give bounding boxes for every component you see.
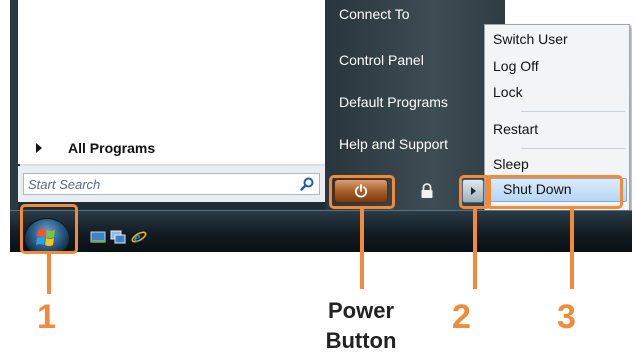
callout-line-3 xyxy=(570,209,574,289)
callout-line-2 xyxy=(473,209,477,289)
menu-divider xyxy=(521,148,625,149)
restart-item[interactable]: Restart xyxy=(493,121,538,137)
power-button-caption: Power Button xyxy=(318,296,404,356)
svg-text:e: e xyxy=(134,230,141,246)
power-button-highlight-box xyxy=(329,175,395,209)
annotation-2: 2 xyxy=(452,298,471,336)
programs-pane: All Programs xyxy=(18,0,325,164)
menu-divider xyxy=(521,111,625,112)
callout-line-1 xyxy=(47,254,51,294)
lock-icon xyxy=(421,183,433,198)
log-off-item[interactable]: Log Off xyxy=(493,58,539,74)
annotation-1: 1 xyxy=(37,298,56,336)
search-icon[interactable] xyxy=(299,176,315,192)
taskbar: e xyxy=(10,210,632,252)
search-area xyxy=(18,166,325,202)
power-caption-line2: Button xyxy=(325,328,397,353)
switch-windows-icon[interactable] xyxy=(110,230,126,244)
lock-button[interactable] xyxy=(406,179,448,203)
orb-highlight-box xyxy=(20,204,78,254)
callout-line-power xyxy=(360,209,364,289)
annotation-3: 3 xyxy=(557,298,576,336)
help-support-link[interactable]: Help and Support xyxy=(339,136,448,152)
search-box[interactable] xyxy=(23,173,320,195)
all-programs-button[interactable]: All Programs xyxy=(36,136,155,160)
shut-down-highlight-box xyxy=(485,175,623,209)
default-programs-link[interactable]: Default Programs xyxy=(339,94,448,110)
connect-to-link[interactable]: Connect To xyxy=(339,6,410,22)
switch-user-item[interactable]: Switch User xyxy=(493,31,568,47)
search-input[interactable] xyxy=(24,174,288,195)
lock-item[interactable]: Lock xyxy=(493,84,523,100)
sleep-item[interactable]: Sleep xyxy=(493,156,529,172)
start-menu-screenshot: All Programs Connect To Control Panel De… xyxy=(10,0,632,252)
arrow-right-icon xyxy=(36,143,42,153)
power-caption-line1: Power xyxy=(327,298,395,323)
all-programs-label: All Programs xyxy=(68,140,156,156)
control-panel-link[interactable]: Control Panel xyxy=(339,52,424,68)
internet-explorer-icon[interactable]: e xyxy=(130,228,148,246)
show-desktop-icon[interactable] xyxy=(90,230,106,244)
